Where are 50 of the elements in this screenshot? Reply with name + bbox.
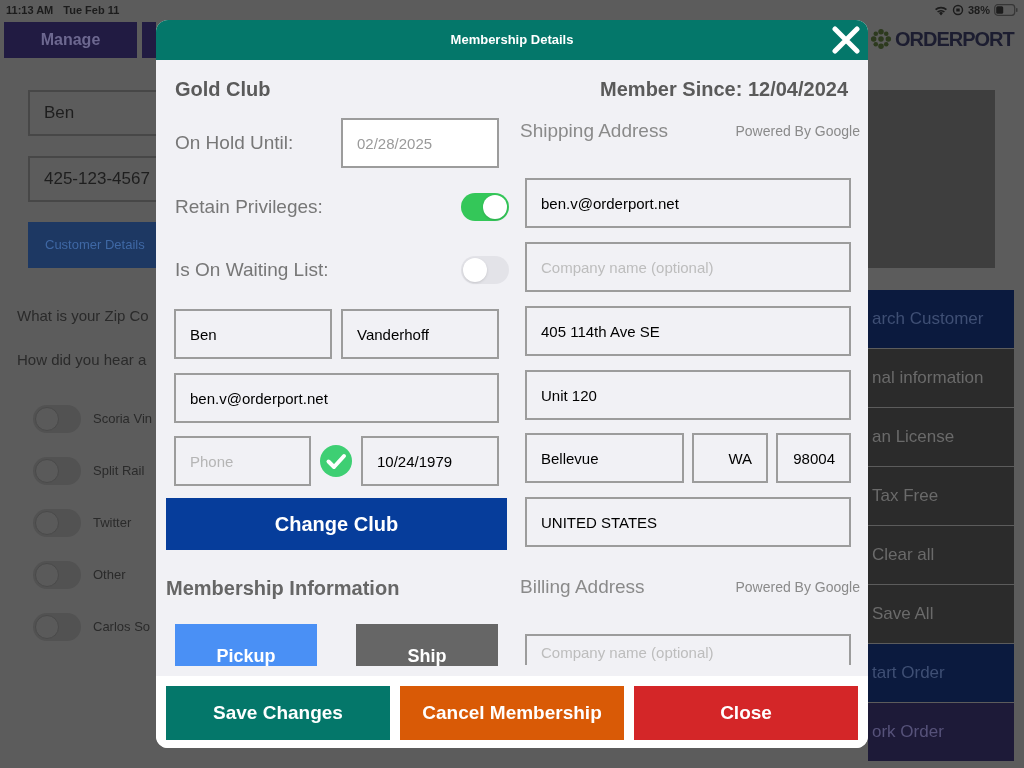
country-field[interactable]: UNITED STATES [525,497,851,547]
change-club-button[interactable]: Change Club [166,498,507,550]
shipping-email-field[interactable]: ben.v@orderport.net [525,178,851,228]
member-since-text: Member Since: 12/04/2024 [600,77,848,102]
flower-logo-icon [870,28,892,50]
status-date: Tue Feb 11 [63,2,120,18]
dialog-title: Membership Details [450,31,574,50]
hold-date-field[interactable]: 02/28/2025 [341,118,499,168]
side-menu-button[interactable]: nal information [868,349,1014,407]
billing-company-field[interactable]: Company name (optional) [525,634,851,665]
last-name-field[interactable]: Vanderhoff [341,309,499,359]
side-menu-button[interactable]: Tax Free [868,467,1014,525]
switch-label: Is On Waiting List: [175,257,329,282]
close-icon [832,26,860,54]
orderport-logo: ORDERPORT [895,27,1014,52]
close-button[interactable] [832,26,860,54]
side-menu-button[interactable]: an License [868,408,1014,466]
field-label: On Hold Until: [175,130,295,155]
state-field[interactable]: WA [692,433,768,483]
city-field[interactable]: Bellevue [525,433,684,483]
dialog-action-button[interactable]: Save Changes [166,686,390,740]
status-time: 11:13 AM [6,2,54,18]
side-menu-button[interactable]: Save All [868,585,1014,643]
attribution-text: Powered By Google [735,121,860,141]
email-field[interactable]: ben.v@orderport.net [174,373,499,423]
street-field[interactable]: 405 114th Ave SE [525,306,851,356]
section-title: Shipping Address [520,118,668,143]
phone-field[interactable]: Phone [174,436,311,486]
birth-date-field[interactable]: 10/24/1979 [361,436,499,486]
rotation-lock-icon [951,4,964,16]
dialog-action-button[interactable]: Cancel Membership [400,686,624,740]
battery-percent: 38% [967,2,990,18]
battery-icon [994,4,1018,16]
switch-label: Retain Privileges: [175,194,323,219]
first-name-field[interactable]: Ben [174,309,332,359]
delivery-option-button[interactable]: Pickup [175,624,317,666]
section-heading: Membership Information [166,576,401,601]
manage-button[interactable]: Manage [4,22,137,58]
toggle-switch[interactable] [461,256,509,284]
delivery-option-button[interactable]: Ship [356,624,498,666]
side-menu-button[interactable]: Clear all [868,526,1014,584]
dialog-action-button[interactable]: Close [634,686,858,740]
unit-field[interactable]: Unit 120 [525,370,851,420]
company-field[interactable]: Company name (optional) [525,242,851,292]
club-name: Gold Club [175,77,271,102]
toggle-switch[interactable] [461,193,509,221]
zip-field[interactable]: 98004 [776,433,851,483]
attribution-text: Powered By Google [735,577,860,597]
section-title: Billing Address [520,574,645,599]
wifi-icon [933,4,948,16]
